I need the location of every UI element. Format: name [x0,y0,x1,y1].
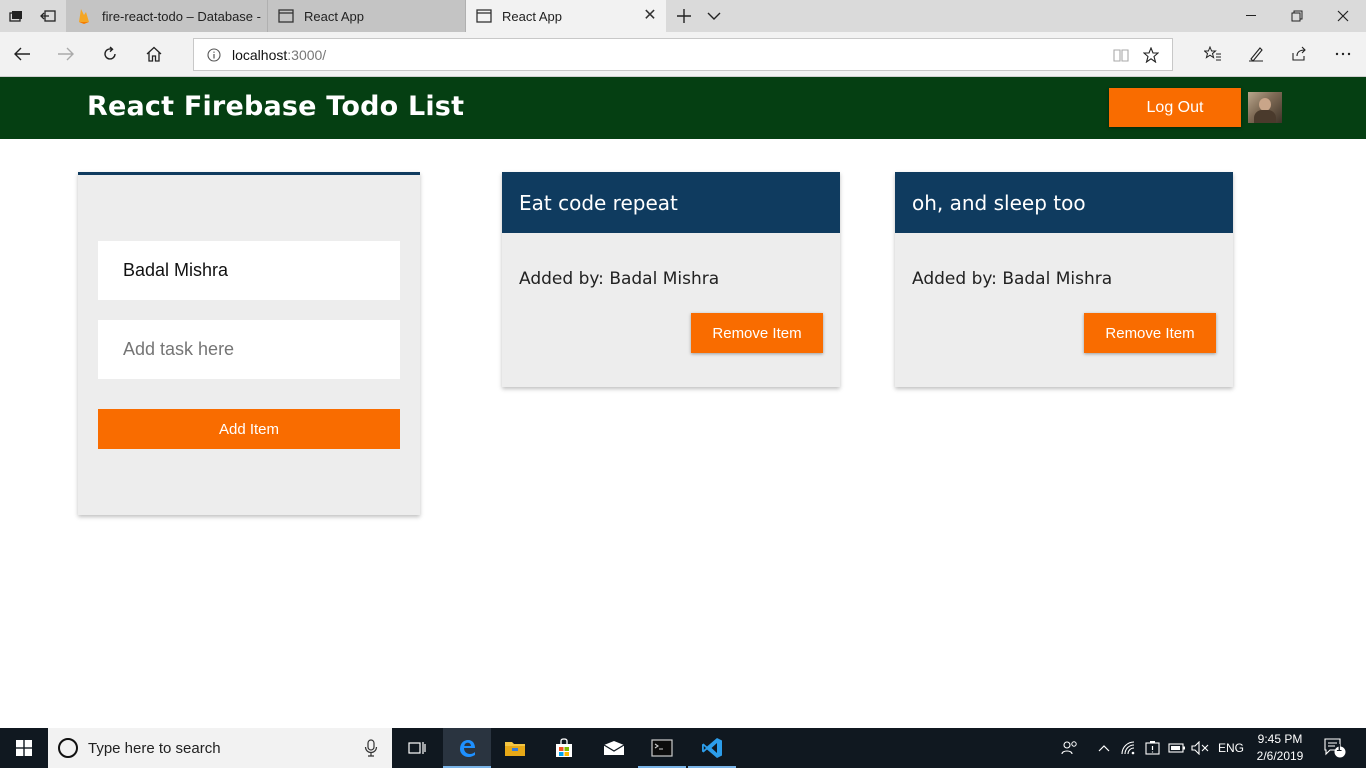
show-hidden-icons-chevron-up-icon[interactable] [1094,728,1114,768]
browser-toolbar: localhost:3000/ [0,32,1366,77]
tab-react-app-active[interactable]: React App ✕ [466,0,666,32]
battery-alert-icon[interactable] [1142,728,1164,768]
name-input[interactable] [98,241,400,300]
url-path: :3000/ [287,46,327,63]
battery-icon[interactable] [1166,728,1188,768]
vscode-icon[interactable] [688,728,736,768]
avatar[interactable] [1248,92,1282,123]
tab-react-app[interactable]: React App [268,0,466,32]
todo-added-by: Added by: Badal Mishra [912,269,1113,289]
tab-list-icon[interactable] [0,0,32,32]
volume-muted-icon[interactable] [1188,728,1212,768]
page-icon [278,8,294,24]
home-icon[interactable] [138,38,170,70]
windows-start-icon[interactable] [0,728,48,768]
input-language[interactable]: ENG [1214,728,1248,768]
favorites-hub-icon[interactable] [1197,38,1229,70]
todo-card: oh, and sleep too Added by: Badal Mishra… [895,172,1233,387]
notification-count: 1 [1336,743,1342,754]
terminal-icon[interactable] [638,728,686,768]
tab-title: fire-react-todo – Database - [102,8,261,24]
avatar-body-shape [1254,110,1276,123]
back-arrow-icon[interactable] [6,38,38,70]
browser-tab-strip: fire-react-todo – Database - React App R… [0,0,1366,32]
tab-title: React App [304,8,364,24]
clock-date: 2/6/2019 [1256,749,1304,763]
close-tab-icon[interactable]: ✕ [642,8,658,24]
url-host: localhost [232,46,288,63]
page-title: React Firebase Todo List [87,91,465,122]
file-explorer-icon[interactable] [491,728,539,768]
add-item-form: Add Item [78,172,420,515]
task-input[interactable] [98,320,400,379]
page-icon [476,8,492,24]
microphone-icon[interactable] [364,739,378,757]
remove-item-button[interactable]: Remove Item [1084,313,1216,353]
clock-time: 9:45 PM [1257,732,1303,746]
address-bar[interactable]: localhost:3000/ [193,38,1173,71]
app-header: React Firebase Todo List Log Out [0,77,1366,139]
firebase-icon [76,8,92,24]
minimize-icon[interactable] [1228,0,1274,32]
system-clock[interactable]: 9:45 PM 2/6/2019 [1252,731,1308,765]
taskbar-search-box[interactable]: Type here to search [48,728,392,768]
share-icon[interactable] [1283,38,1315,70]
search-placeholder: Type here to search [88,739,221,757]
forward-arrow-icon[interactable] [50,38,82,70]
todo-card: Eat code repeat Added by: Badal Mishra R… [502,172,840,387]
mail-icon[interactable] [590,728,638,768]
close-window-icon[interactable] [1320,0,1366,32]
taskbar: Type here to search ENG 9:45 PM 2/6/2019… [0,728,1366,768]
restore-icon[interactable] [1274,0,1320,32]
people-icon[interactable] [1058,728,1082,768]
todo-title: oh, and sleep too [895,172,1233,233]
wifi-icon[interactable] [1118,728,1140,768]
todo-added-by: Added by: Badal Mishra [519,269,720,289]
favorite-star-icon[interactable] [1142,46,1160,64]
site-info-icon[interactable] [206,47,222,63]
new-tab-icon[interactable] [668,0,700,32]
more-options-icon[interactable] [1327,38,1359,70]
add-item-button[interactable]: Add Item [98,409,400,449]
remove-item-button[interactable]: Remove Item [691,313,823,353]
store-icon[interactable] [540,728,588,768]
cortana-icon [58,738,78,758]
web-note-pen-icon[interactable] [1240,38,1272,70]
todo-title: Eat code repeat [502,172,840,233]
action-center-icon[interactable]: 1 [1320,728,1350,768]
tab-firebase-database[interactable]: fire-react-todo – Database - [66,0,268,32]
log-out-button[interactable]: Log Out [1109,88,1241,127]
edge-browser-icon[interactable] [443,728,491,768]
tab-title: React App [502,8,562,24]
task-view-icon[interactable] [393,728,441,768]
set-aside-tabs-icon[interactable] [32,0,64,32]
tab-preview-chevron-down-icon[interactable] [698,0,730,32]
refresh-icon[interactable] [94,38,126,70]
reading-view-icon[interactable] [1112,46,1130,64]
